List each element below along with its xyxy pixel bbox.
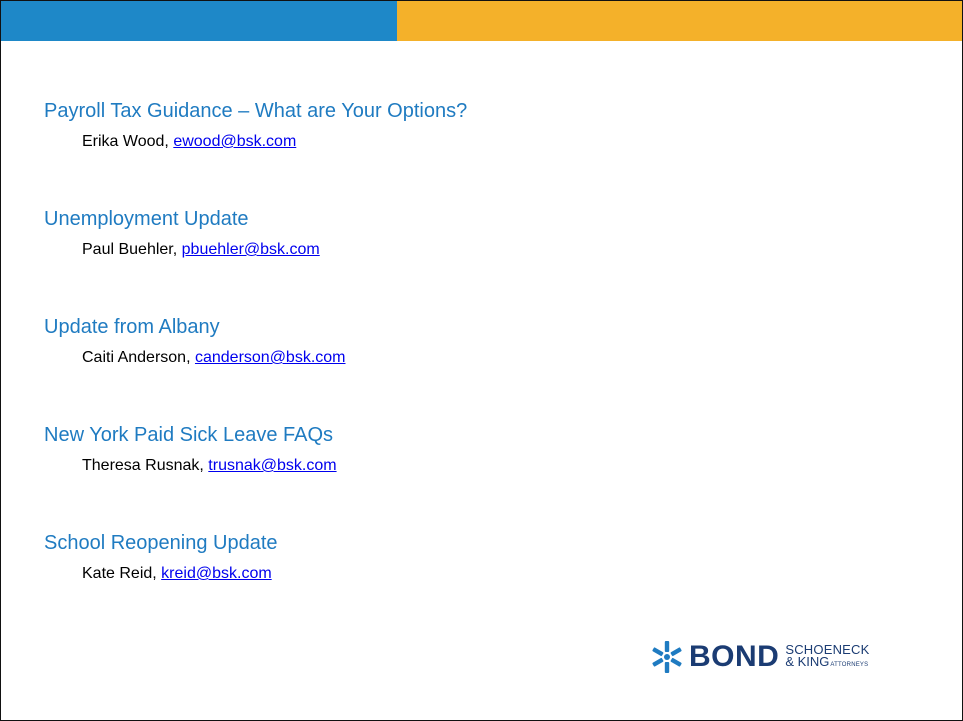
logo-line-2: & KINGATTORNEYS <box>785 653 869 671</box>
logo-subtext: SCHOENECK & KINGATTORNEYS <box>785 643 869 671</box>
presenter-line: Caiti Anderson, canderson@bsk.com <box>82 347 904 369</box>
session-item: Unemployment Update Paul Buehler, pbuehl… <box>44 205 904 313</box>
snowflake-star-icon <box>652 641 682 673</box>
presenter-line: Erika Wood, ewood@bsk.com <box>82 131 904 153</box>
session-item: Update from Albany Caiti Anderson, cande… <box>44 313 904 421</box>
session-item: Payroll Tax Guidance – What are Your Opt… <box>44 97 904 205</box>
email-link[interactable]: canderson@bsk.com <box>195 349 346 366</box>
session-title: Payroll Tax Guidance – What are Your Opt… <box>44 100 468 122</box>
email-link[interactable]: kreid@bsk.com <box>161 565 272 582</box>
presenter-name: Paul Buehler, <box>82 241 178 258</box>
email-link[interactable]: trusnak@bsk.com <box>208 457 336 474</box>
session-item: School Reopening Update Kate Reid, kreid… <box>44 529 904 637</box>
presenter-name: Kate Reid, <box>82 565 157 582</box>
logo-wordmark: BOND <box>689 640 780 673</box>
presenter-name: Caiti Anderson, <box>82 349 191 366</box>
header-color-bar <box>1 1 962 41</box>
header-bar-blue <box>1 1 397 41</box>
email-link[interactable]: pbuehler@bsk.com <box>182 241 320 258</box>
session-item: New York Paid Sick Leave FAQs Theresa Ru… <box>44 421 904 529</box>
logo-line-2-text: & KING <box>785 653 830 669</box>
presenter-line: Theresa Rusnak, trusnak@bsk.com <box>82 455 904 477</box>
session-title: Unemployment Update <box>44 208 249 230</box>
header-bar-gold <box>397 1 962 41</box>
session-list: Payroll Tax Guidance – What are Your Opt… <box>44 97 904 637</box>
company-logo: BOND SCHOENECK & KINGATTORNEYS <box>649 637 949 677</box>
email-link[interactable]: ewood@bsk.com <box>173 133 296 150</box>
session-title: Update from Albany <box>44 316 220 338</box>
slide: Payroll Tax Guidance – What are Your Opt… <box>0 0 963 721</box>
presenter-name: Theresa Rusnak, <box>82 457 204 474</box>
presenter-line: Kate Reid, kreid@bsk.com <box>82 563 904 585</box>
presenter-line: Paul Buehler, pbuehler@bsk.com <box>82 239 904 261</box>
presenter-name: Erika Wood, <box>82 133 169 150</box>
logo-attorneys-text: ATTORNEYS <box>830 661 869 668</box>
session-title: New York Paid Sick Leave FAQs <box>44 424 334 446</box>
session-title: School Reopening Update <box>44 532 278 554</box>
